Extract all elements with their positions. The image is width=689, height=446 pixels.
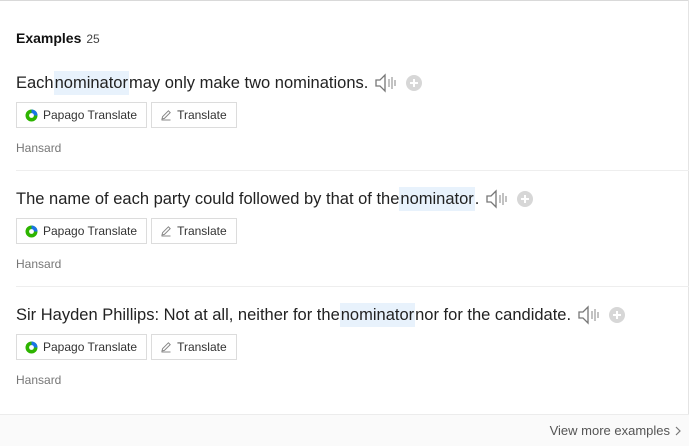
papago-icon [25, 109, 38, 121]
speaker-icon[interactable] [374, 73, 398, 93]
sentence-text-after: nor for the candidate. [415, 306, 572, 324]
example-item: Sir Hayden Phillips: Not at all, neither… [16, 303, 676, 387]
pencil-icon [161, 342, 171, 353]
papago-translate-label: Papago Translate [43, 108, 138, 122]
add-icon[interactable] [406, 75, 423, 91]
sentence-text-after: . [474, 190, 480, 208]
sentence-text-before: Each [16, 74, 54, 92]
source-label: Hansard [16, 141, 62, 155]
section-title: Examples [16, 30, 82, 46]
view-more-label: View more examples [549, 423, 670, 438]
papago-icon [25, 225, 38, 237]
speaker-icon[interactable] [485, 189, 509, 209]
papago-translate-button[interactable]: Papago Translate [16, 218, 148, 244]
source-label: Hansard [16, 257, 62, 271]
papago-translate-button[interactable]: Papago Translate [16, 334, 148, 360]
chevron-right-icon [675, 426, 681, 435]
example-item: Each nominator may only make two nominat… [16, 71, 676, 155]
example-sentence: Each nominator may only make two nominat… [16, 71, 676, 95]
papago-icon [25, 341, 38, 353]
translate-label: Translate [177, 108, 227, 122]
translate-button[interactable]: Translate [151, 334, 237, 360]
examples-footer: View more examples [0, 414, 689, 446]
add-icon[interactable] [517, 191, 534, 207]
papago-translate-button[interactable]: Papago Translate [16, 102, 148, 128]
sentence-text-before: Sir Hayden Phillips: Not at all, neither… [16, 306, 340, 324]
papago-translate-label: Papago Translate [43, 224, 138, 238]
papago-translate-label: Papago Translate [43, 340, 138, 354]
sentence-text-after: may only make two nominations. [128, 74, 369, 92]
highlighted-keyword: nominator [339, 303, 416, 327]
example-item: The name of each party could followed by… [16, 187, 676, 271]
translate-label: Translate [177, 340, 227, 354]
example-divider [16, 286, 689, 287]
section-header: Examples 25 [16, 30, 100, 46]
example-sentence: The name of each party could followed by… [16, 187, 676, 211]
translate-button[interactable]: Translate [151, 102, 237, 128]
view-more-examples-link[interactable]: View more examples [550, 423, 681, 438]
highlighted-keyword: nominator [53, 71, 129, 95]
example-divider [16, 170, 689, 171]
sentence-text-before: The name of each party could followed by… [16, 190, 400, 208]
highlighted-keyword: nominator [399, 187, 475, 211]
source-label: Hansard [16, 373, 62, 387]
speaker-icon[interactable] [577, 305, 601, 325]
examples-count: 25 [86, 32, 100, 46]
top-divider [0, 0, 689, 1]
pencil-icon [161, 226, 171, 237]
add-icon[interactable] [609, 307, 626, 323]
translate-button[interactable]: Translate [151, 218, 237, 244]
pencil-icon [161, 110, 171, 121]
example-sentence: Sir Hayden Phillips: Not at all, neither… [16, 303, 676, 327]
translate-label: Translate [177, 224, 227, 238]
